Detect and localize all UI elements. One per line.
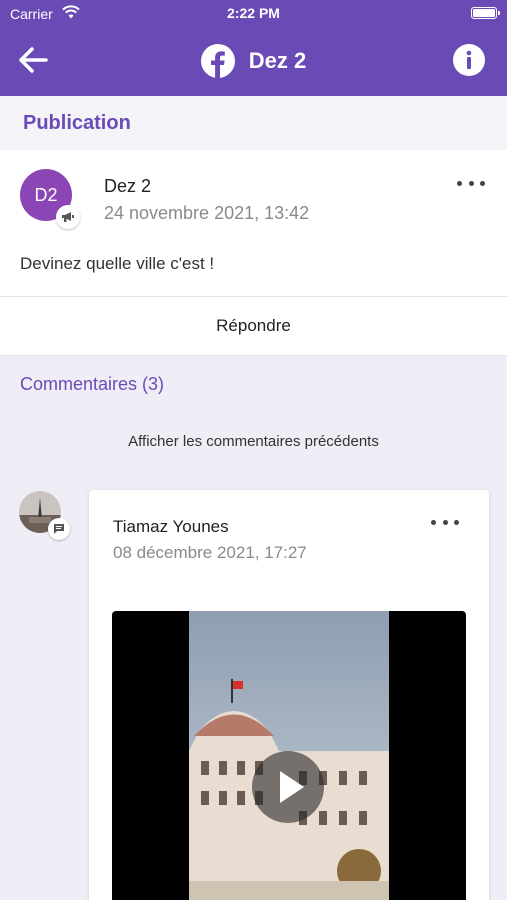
comment-icon	[54, 524, 64, 534]
facebook-icon	[200, 44, 235, 78]
status-bar: Carrier 2:22 PM	[0, 0, 507, 26]
publication-card: D2 Dez 2 24 novembre 2021, 13:42 Devinez…	[0, 150, 507, 296]
video-player[interactable]	[112, 611, 466, 900]
comment-card: Tiamaz Younes 08 décembre 2021, 17:27	[89, 490, 489, 900]
show-previous-comments-link[interactable]: Afficher les commentaires précédents	[0, 433, 507, 450]
more-options-icon[interactable]	[431, 517, 459, 527]
avatar-initials: D2	[34, 184, 58, 205]
header: Carrier 2:22 PM Dez 2	[0, 0, 507, 96]
comment-date: 08 décembre 2021, 17:27	[113, 543, 307, 562]
status-time: 2:22 PM	[227, 5, 280, 21]
page-title: Dez 2	[248, 48, 307, 73]
play-icon[interactable]	[252, 751, 324, 823]
info-icon[interactable]	[453, 44, 485, 76]
nav-title-group: Dez 2	[0, 44, 507, 78]
reply-button[interactable]: Répondre	[0, 296, 507, 356]
comment-author[interactable]: Tiamaz Younes	[113, 517, 229, 537]
comments-title: Commentaires (3)	[20, 374, 165, 394]
battery-icon	[471, 7, 500, 19]
post-text: Devinez quelle ville c'est !	[20, 254, 215, 273]
comment-badge	[48, 518, 70, 540]
post-date: 24 novembre 2021, 13:42	[104, 203, 310, 223]
megaphone-icon	[62, 212, 74, 222]
more-options-icon[interactable]	[457, 178, 485, 188]
megaphone-badge	[56, 205, 80, 229]
publication-section-header: Publication	[0, 96, 507, 150]
publication-heading: Publication	[23, 112, 131, 134]
post-author[interactable]: Dez 2	[104, 176, 151, 197]
nav-bar: Dez 2	[0, 26, 507, 96]
